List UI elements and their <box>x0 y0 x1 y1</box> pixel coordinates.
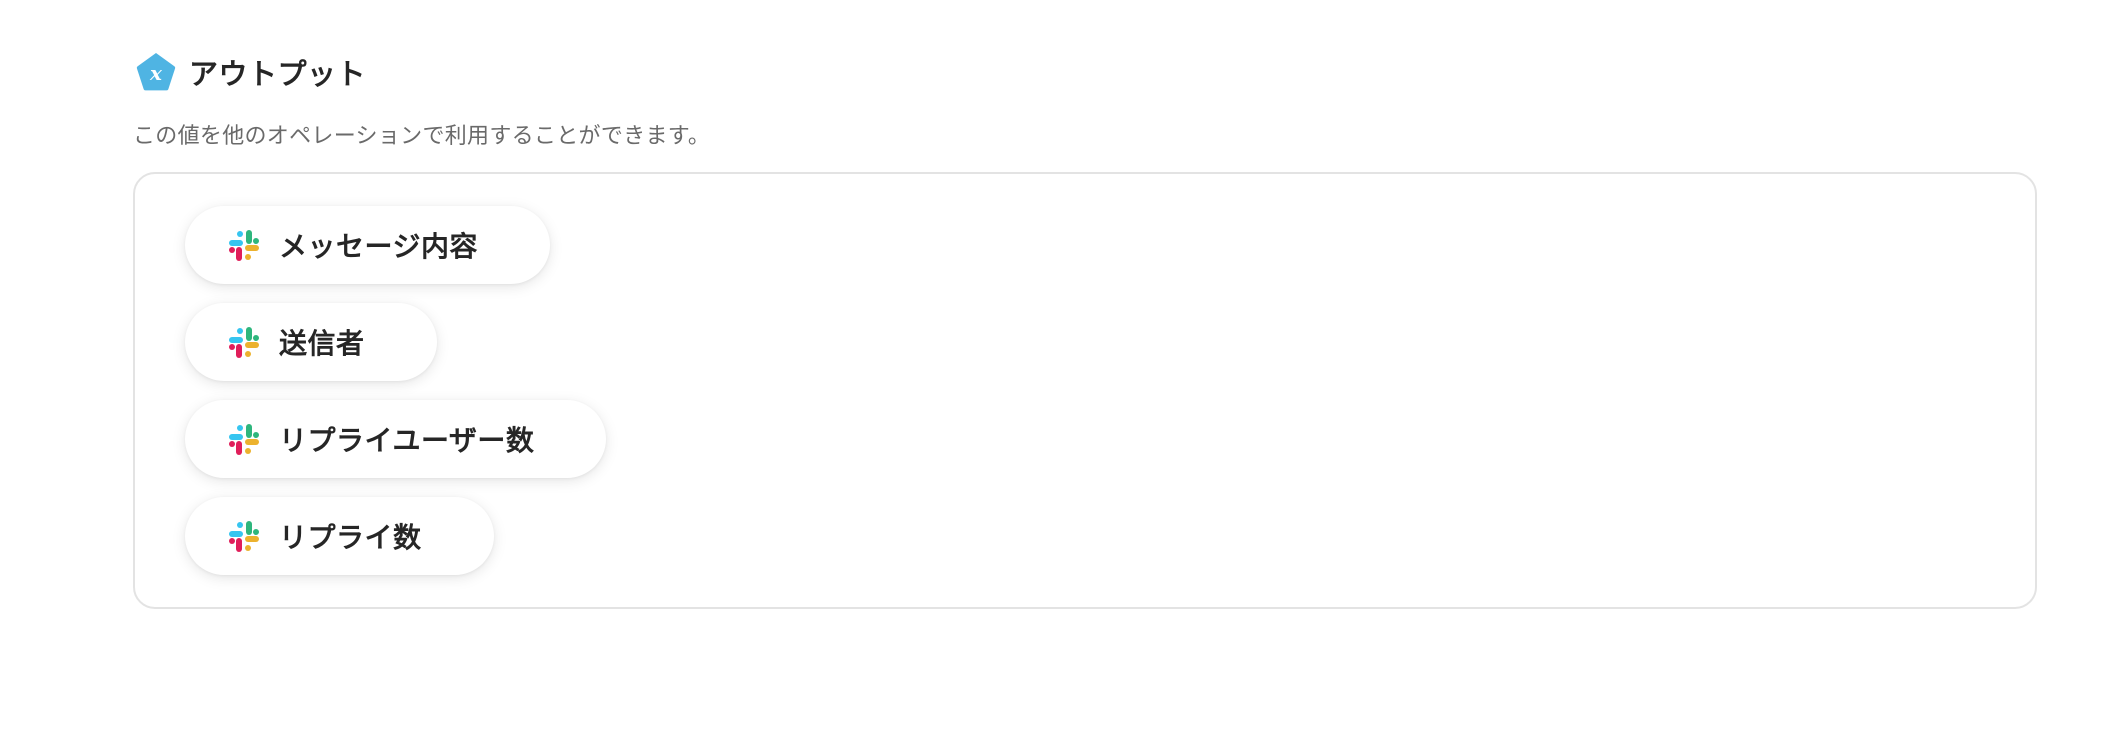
svg-text:x: x <box>149 61 163 85</box>
output-chip-sender[interactable]: 送信者 <box>185 303 437 381</box>
output-list-box: メッセージ内容 送信者 リプライユーザー数 リプライ数 <box>133 172 2037 609</box>
output-chip-reply-user-count[interactable]: リプライユーザー数 <box>185 400 607 478</box>
chip-label: 送信者 <box>279 327 365 360</box>
slack-icon <box>229 521 259 552</box>
output-chip-message-content[interactable]: メッセージ内容 <box>185 206 550 284</box>
section-description: この値を他のオペレーションで利用することができます。 <box>133 124 711 149</box>
variable-pentagon-icon: x <box>136 53 176 91</box>
chip-label: リプライ数 <box>279 521 422 554</box>
chip-label: メッセージ内容 <box>279 230 478 263</box>
slack-icon <box>229 424 259 455</box>
section-title: アウトプット <box>189 57 367 91</box>
output-section: x アウトプット この値を他のオペレーションで利用することができます。 メッセー… <box>133 50 2037 609</box>
slack-icon <box>229 230 259 261</box>
slack-icon <box>229 327 259 358</box>
chip-label: リプライユーザー数 <box>279 424 535 457</box>
output-chip-reply-count[interactable]: リプライ数 <box>185 497 494 575</box>
output-header: x アウトプット <box>133 50 2037 94</box>
